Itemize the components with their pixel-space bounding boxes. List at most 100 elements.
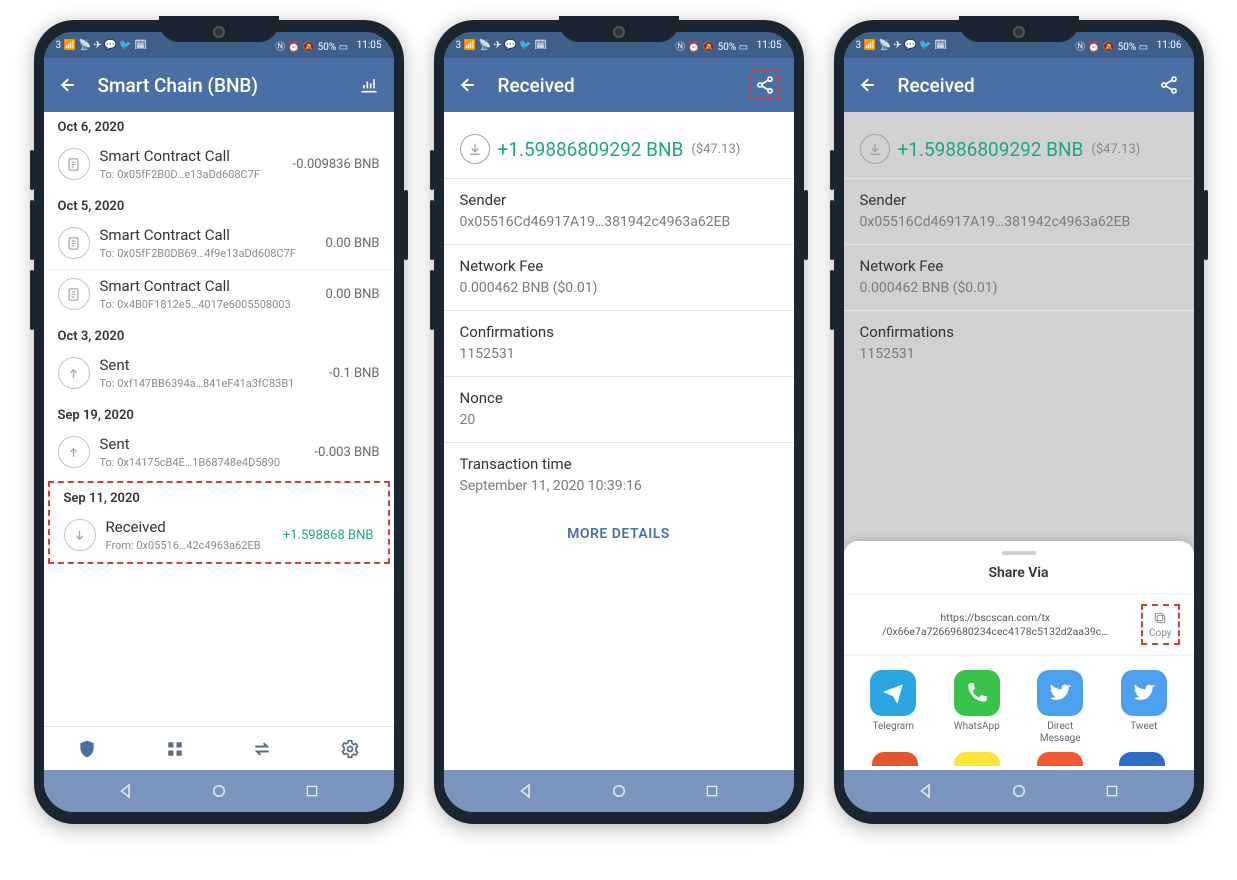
- amount-usd: ($47.13): [1091, 142, 1140, 157]
- share-app[interactable]: WhatsApp: [937, 670, 1017, 744]
- tab-swap-icon[interactable]: [251, 738, 273, 760]
- back-icon[interactable]: [858, 74, 880, 96]
- nav-back-icon[interactable]: [115, 780, 137, 802]
- detail-row: Sender0x05516Cd46917A19…381942c4963a62EB: [444, 178, 794, 244]
- back-icon[interactable]: [458, 74, 480, 96]
- nav-back-icon[interactable]: [915, 780, 937, 802]
- share-app-partial[interactable]: [954, 752, 1000, 766]
- transaction-row[interactable]: Smart Contract Call To: 0x05fF2B0DB69…4f9…: [44, 220, 394, 271]
- transaction-row[interactable]: Smart Contract Call To: 0x05fF2B0D…e13aDd…: [44, 141, 394, 191]
- date-header: Sep 19, 2020: [44, 400, 394, 429]
- nav-back-icon[interactable]: [515, 780, 537, 802]
- share-app[interactable]: Tweet: [1104, 670, 1184, 744]
- share-highlight: [750, 70, 780, 100]
- tx-address: To: 0x05fF2B0DB69…4f9e13aDd608C7F: [100, 247, 316, 260]
- tx-amount: +1.598868 BNB: [283, 528, 374, 543]
- tab-settings-icon[interactable]: [339, 738, 361, 760]
- app-label: Telegram: [872, 721, 914, 743]
- detail-row: Confirmations1152531: [844, 310, 1194, 376]
- tx-title: Smart Contract Call: [100, 226, 316, 244]
- date-header: Oct 3, 2020: [44, 321, 394, 350]
- transaction-list[interactable]: Oct 6, 2020Smart Contract CallTo: 0x05fF…: [44, 112, 394, 726]
- page-title: Smart Chain (BNB): [98, 74, 340, 97]
- phone-1: 3 📶 📡 ✈ 💬 🐦 🗓 Ⓝ ⏰ 🔕 50% ▭ 11:05 Smart Ch…: [34, 20, 404, 824]
- date-header: Oct 5, 2020: [44, 191, 394, 220]
- tx-amount: 0.00 BNB: [325, 236, 379, 251]
- detail-row: Sender 0x05516Cd46917A19…381942c4963a62EB: [844, 178, 1194, 244]
- share-app[interactable]: DirectMessage: [1021, 670, 1101, 744]
- notch-camera: [1013, 26, 1025, 38]
- transaction-row[interactable]: Sent To: 0x14175cB4E…1B68748e4D5890 -0.003…: [44, 429, 394, 479]
- tab-wallet-icon[interactable]: [76, 738, 98, 760]
- nav-home-icon[interactable]: [208, 780, 230, 802]
- back-icon[interactable]: [58, 74, 80, 96]
- detail-label: Transaction time: [460, 455, 778, 473]
- transaction-row[interactable]: SentTo: 0xf147BB6394a…841eF41a3fC83B1-0.…: [44, 350, 394, 400]
- tab-apps-icon[interactable]: [164, 738, 186, 760]
- date-header: Sep 11, 2020: [50, 483, 388, 512]
- tx-amount: -0.009836 BNB: [293, 157, 380, 172]
- detail-label: Sender: [860, 191, 1178, 209]
- app-icon: [954, 670, 1000, 716]
- bottom-tabs: [44, 726, 394, 770]
- share-app-partial[interactable]: [1037, 752, 1083, 766]
- tx-type-icon: [58, 227, 90, 259]
- app-header: Received: [444, 58, 794, 112]
- app-header: Smart Chain (BNB): [44, 58, 394, 112]
- nav-recent-icon[interactable]: [301, 780, 323, 802]
- page-title: Received: [898, 74, 1140, 97]
- amount-usd: ($47.13): [691, 142, 740, 157]
- phone-3: 3 📶 📡 ✈ 💬 🐦 🗓 Ⓝ ⏰ 🔕 50% ▭ 11:06 Received…: [834, 20, 1204, 824]
- app-label: WhatsApp: [954, 721, 1000, 743]
- detail-row: Transaction time September 11, 2020 10:39…: [444, 442, 794, 508]
- more-details-button[interactable]: MORE DETAILS: [444, 508, 794, 560]
- tx-amount: -0.003 BNB: [315, 445, 380, 460]
- transaction-row[interactable]: Received From: 0x05516…42c4963a62EB +1.598…: [50, 512, 388, 562]
- tx-address: From: 0x05516…42c4963a62EB: [106, 539, 273, 552]
- transaction-row[interactable]: Smart Contract CallTo: 0x4B0F1812e5…4017…: [44, 271, 394, 321]
- tx-address: To: 0x14175cB4E…1B68748e4D5890: [100, 456, 305, 469]
- detail-value: 0.000462 BNB ($0.01): [860, 280, 1178, 296]
- tx-type-icon: [58, 278, 90, 310]
- android-nav: [44, 770, 394, 812]
- page-title: Received: [498, 74, 732, 97]
- chart-icon[interactable]: [358, 74, 380, 96]
- share-app[interactable]: Telegram: [854, 670, 934, 744]
- share-icon[interactable]: [754, 74, 776, 96]
- detail-label: Confirmations: [460, 323, 778, 341]
- copy-button[interactable]: Copy: [1141, 604, 1180, 645]
- share-icon[interactable]: [1158, 74, 1180, 96]
- share-app-partial[interactable]: [1119, 752, 1165, 766]
- nav-home-icon[interactable]: [1008, 780, 1030, 802]
- detail-value: 20: [460, 412, 778, 428]
- notch-camera: [613, 26, 625, 38]
- tx-title: Received: [106, 518, 273, 536]
- amount: +1.59886809292 BNB: [898, 138, 1084, 161]
- tx-title: Sent: [100, 356, 320, 374]
- android-nav: [844, 770, 1194, 812]
- detail-label: Network Fee: [860, 257, 1178, 275]
- nav-recent-icon[interactable]: [701, 780, 723, 802]
- share-sheet: Share Via https://bscscan.com/tx/0x66e7a…: [844, 541, 1194, 770]
- sheet-handle[interactable]: [1002, 551, 1036, 555]
- detail-value: 0x05516Cd46917A19…381942c4963a62EB: [860, 214, 1178, 230]
- share-app-partial[interactable]: [872, 752, 918, 766]
- amount: +1.59886809292 BNB: [498, 138, 684, 161]
- tx-amount: -0.1 BNB: [329, 366, 379, 381]
- app-icon: [1037, 670, 1083, 716]
- share-url: https://bscscan.com/tx/0x66e7a7266968023…: [858, 611, 1133, 638]
- detail-value: September 11, 2020 10:39:16: [460, 478, 778, 494]
- tx-title: Smart Contract Call: [100, 147, 283, 165]
- detail-label: Sender: [460, 191, 778, 209]
- nav-recent-icon[interactable]: [1101, 780, 1123, 802]
- nav-home-icon[interactable]: [608, 780, 630, 802]
- tx-title: Sent: [100, 435, 305, 453]
- detail-row: Confirmations1152531: [444, 310, 794, 376]
- tx-address: To: 0x05fF2B0D…e13aDd608C7F: [100, 168, 283, 181]
- detail-row: Network Fee 0.000462 BNB ($0.01): [844, 244, 1194, 310]
- app-header: Received: [844, 58, 1194, 112]
- tx-type-icon: [58, 436, 90, 468]
- detail-label: Confirmations: [860, 323, 1178, 341]
- detail-label: Network Fee: [460, 257, 778, 275]
- tx-amount: 0.00 BNB: [325, 287, 379, 302]
